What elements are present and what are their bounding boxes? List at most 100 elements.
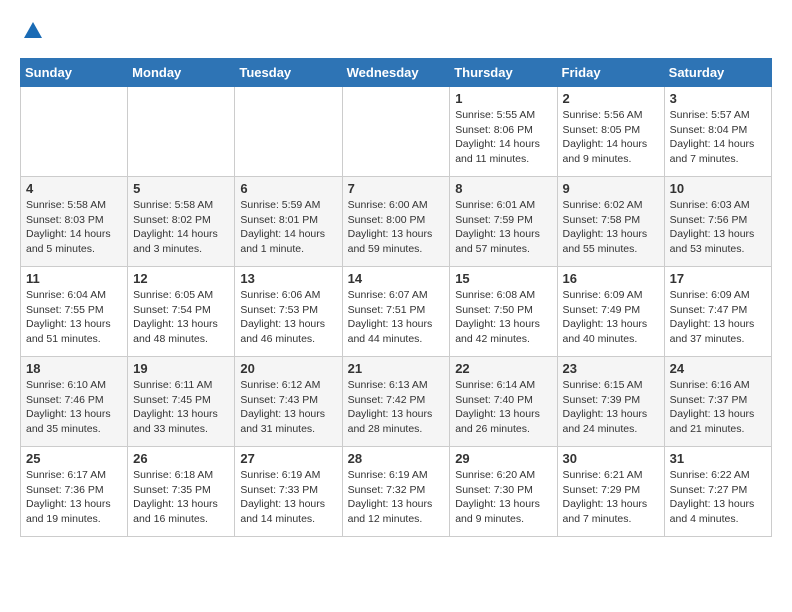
day-number: 25 (26, 451, 122, 466)
logo (20, 20, 44, 42)
day-number: 18 (26, 361, 122, 376)
calendar-cell (342, 87, 450, 177)
day-number: 30 (563, 451, 659, 466)
weekday-header-saturday: Saturday (664, 59, 771, 87)
day-detail: Sunrise: 6:19 AM Sunset: 7:32 PM Dayligh… (348, 468, 445, 527)
day-detail: Sunrise: 6:02 AM Sunset: 7:58 PM Dayligh… (563, 198, 659, 257)
day-number: 13 (240, 271, 336, 286)
calendar-cell: 24 Sunrise: 6:16 AM Sunset: 7:37 PM Dayli… (664, 357, 771, 447)
calendar-cell: 4 Sunrise: 5:58 AM Sunset: 8:03 PM Daylig… (21, 177, 128, 267)
day-detail: Sunrise: 6:04 AM Sunset: 7:55 PM Dayligh… (26, 288, 122, 347)
calendar-cell: 13Sunrise: 6:06 AM Sunset: 7:53 PM Dayli… (235, 267, 342, 357)
calendar-cell: 26Sunrise: 6:18 AM Sunset: 7:35 PM Dayli… (128, 447, 235, 537)
day-number: 20 (240, 361, 336, 376)
day-detail: Sunrise: 6:16 AM Sunset: 7:37 PM Dayligh… (670, 378, 766, 437)
day-number: 19 (133, 361, 229, 376)
day-detail: Sunrise: 6:03 AM Sunset: 7:56 PM Dayligh… (670, 198, 766, 257)
calendar-cell: 28 Sunrise: 6:19 AM Sunset: 7:32 PM Dayli… (342, 447, 450, 537)
day-detail: Sunrise: 5:56 AM Sunset: 8:05 PM Dayligh… (563, 108, 659, 167)
calendar-cell: 25 Sunrise: 6:17 AM Sunset: 7:36 PM Dayli… (21, 447, 128, 537)
day-detail: Sunrise: 6:17 AM Sunset: 7:36 PM Dayligh… (26, 468, 122, 527)
calendar-cell: 21 Sunrise: 6:13 AM Sunset: 7:42 PM Dayli… (342, 357, 450, 447)
day-detail: Sunrise: 6:21 AM Sunset: 7:29 PM Dayligh… (563, 468, 659, 527)
day-number: 6 (240, 181, 336, 196)
day-detail: Sunrise: 6:19 AM Sunset: 7:33 PM Dayligh… (240, 468, 336, 527)
calendar-cell: 17 Sunrise: 6:09 AM Sunset: 7:47 PM Dayli… (664, 267, 771, 357)
day-number: 9 (563, 181, 659, 196)
day-detail: Sunrise: 6:07 AM Sunset: 7:51 PM Dayligh… (348, 288, 445, 347)
calendar-cell: 15Sunrise: 6:08 AM Sunset: 7:50 PM Dayli… (450, 267, 557, 357)
day-number: 23 (563, 361, 659, 376)
day-detail: Sunrise: 5:59 AM Sunset: 8:01 PM Dayligh… (240, 198, 336, 257)
day-number: 22 (455, 361, 551, 376)
day-number: 5 (133, 181, 229, 196)
day-number: 31 (670, 451, 766, 466)
calendar-cell: 11 Sunrise: 6:04 AM Sunset: 7:55 PM Dayli… (21, 267, 128, 357)
calendar-cell: 10 Sunrise: 6:03 AM Sunset: 7:56 PM Dayli… (664, 177, 771, 267)
week-row-1: 1Sunrise: 5:55 AM Sunset: 8:06 PM Daylig… (21, 87, 772, 177)
day-detail: Sunrise: 6:00 AM Sunset: 8:00 PM Dayligh… (348, 198, 445, 257)
logo-icon (22, 20, 44, 42)
calendar-cell: 3 Sunrise: 5:57 AM Sunset: 8:04 PM Daylig… (664, 87, 771, 177)
day-detail: Sunrise: 5:57 AM Sunset: 8:04 PM Dayligh… (670, 108, 766, 167)
week-row-4: 18 Sunrise: 6:10 AM Sunset: 7:46 PM Dayli… (21, 357, 772, 447)
day-detail: Sunrise: 6:01 AM Sunset: 7:59 PM Dayligh… (455, 198, 551, 257)
weekday-header-monday: Monday (128, 59, 235, 87)
day-number: 3 (670, 91, 766, 106)
calendar-cell: 27 Sunrise: 6:19 AM Sunset: 7:33 PM Dayli… (235, 447, 342, 537)
day-detail: Sunrise: 6:12 AM Sunset: 7:43 PM Dayligh… (240, 378, 336, 437)
calendar-cell: 22 Sunrise: 6:14 AM Sunset: 7:40 PM Dayli… (450, 357, 557, 447)
calendar-cell: 30 Sunrise: 6:21 AM Sunset: 7:29 PM Dayli… (557, 447, 664, 537)
day-detail: Sunrise: 6:14 AM Sunset: 7:40 PM Dayligh… (455, 378, 551, 437)
day-number: 28 (348, 451, 445, 466)
day-number: 7 (348, 181, 445, 196)
day-number: 2 (563, 91, 659, 106)
calendar-cell: 6 Sunrise: 5:59 AM Sunset: 8:01 PM Daylig… (235, 177, 342, 267)
day-detail: Sunrise: 6:22 AM Sunset: 7:27 PM Dayligh… (670, 468, 766, 527)
calendar-cell: 19 Sunrise: 6:11 AM Sunset: 7:45 PM Dayli… (128, 357, 235, 447)
calendar-cell: 20 Sunrise: 6:12 AM Sunset: 7:43 PM Dayli… (235, 357, 342, 447)
week-row-2: 4 Sunrise: 5:58 AM Sunset: 8:03 PM Daylig… (21, 177, 772, 267)
day-detail: Sunrise: 6:15 AM Sunset: 7:39 PM Dayligh… (563, 378, 659, 437)
day-detail: Sunrise: 5:58 AM Sunset: 8:02 PM Dayligh… (133, 198, 229, 257)
day-number: 16 (563, 271, 659, 286)
day-number: 8 (455, 181, 551, 196)
day-number: 14 (348, 271, 445, 286)
calendar-cell: 12Sunrise: 6:05 AM Sunset: 7:54 PM Dayli… (128, 267, 235, 357)
calendar-cell: 7 Sunrise: 6:00 AM Sunset: 8:00 PM Daylig… (342, 177, 450, 267)
calendar-cell: 8 Sunrise: 6:01 AM Sunset: 7:59 PM Daylig… (450, 177, 557, 267)
day-detail: Sunrise: 6:09 AM Sunset: 7:49 PM Dayligh… (563, 288, 659, 347)
day-detail: Sunrise: 6:10 AM Sunset: 7:46 PM Dayligh… (26, 378, 122, 437)
calendar-cell: 1Sunrise: 5:55 AM Sunset: 8:06 PM Daylig… (450, 87, 557, 177)
weekday-header-tuesday: Tuesday (235, 59, 342, 87)
calendar-cell: 29Sunrise: 6:20 AM Sunset: 7:30 PM Dayli… (450, 447, 557, 537)
page-header (20, 20, 772, 42)
calendar-cell: 9 Sunrise: 6:02 AM Sunset: 7:58 PM Daylig… (557, 177, 664, 267)
weekday-header-sunday: Sunday (21, 59, 128, 87)
day-detail: Sunrise: 6:11 AM Sunset: 7:45 PM Dayligh… (133, 378, 229, 437)
day-number: 24 (670, 361, 766, 376)
day-number: 17 (670, 271, 766, 286)
day-number: 11 (26, 271, 122, 286)
day-number: 29 (455, 451, 551, 466)
day-number: 12 (133, 271, 229, 286)
day-number: 1 (455, 91, 551, 106)
calendar-cell: 14 Sunrise: 6:07 AM Sunset: 7:51 PM Dayli… (342, 267, 450, 357)
day-detail: Sunrise: 5:58 AM Sunset: 8:03 PM Dayligh… (26, 198, 122, 257)
day-detail: Sunrise: 6:13 AM Sunset: 7:42 PM Dayligh… (348, 378, 445, 437)
day-number: 27 (240, 451, 336, 466)
weekday-header-friday: Friday (557, 59, 664, 87)
day-number: 21 (348, 361, 445, 376)
calendar-cell (128, 87, 235, 177)
week-row-5: 25 Sunrise: 6:17 AM Sunset: 7:36 PM Dayli… (21, 447, 772, 537)
day-number: 4 (26, 181, 122, 196)
calendar-cell: 2 Sunrise: 5:56 AM Sunset: 8:05 PM Daylig… (557, 87, 664, 177)
calendar-cell: 31 Sunrise: 6:22 AM Sunset: 7:27 PM Dayli… (664, 447, 771, 537)
day-number: 15 (455, 271, 551, 286)
week-row-3: 11 Sunrise: 6:04 AM Sunset: 7:55 PM Dayli… (21, 267, 772, 357)
calendar-cell (235, 87, 342, 177)
day-number: 10 (670, 181, 766, 196)
day-detail: Sunrise: 6:09 AM Sunset: 7:47 PM Dayligh… (670, 288, 766, 347)
weekday-header-thursday: Thursday (450, 59, 557, 87)
calendar-table: SundayMondayTuesdayWednesdayThursdayFrid… (20, 58, 772, 537)
